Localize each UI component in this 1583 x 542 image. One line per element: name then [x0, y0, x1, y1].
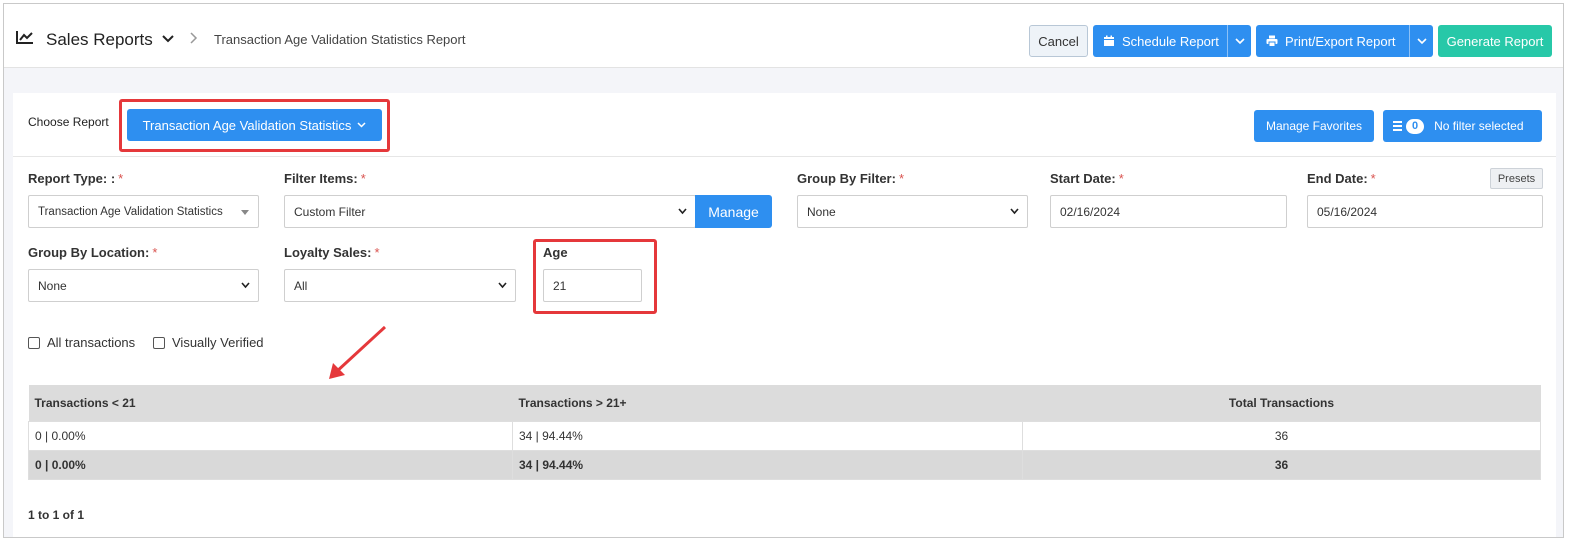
table-total-row: 0 | 0.00% 34 | 94.44% 36 — [28, 449, 1541, 480]
pagination-info: 1 to 1 of 1 — [28, 508, 85, 522]
start-date-input[interactable]: 02/16/2024 — [1050, 195, 1287, 228]
manage-filter-button[interactable]: Manage — [695, 195, 772, 228]
checkbox-box[interactable] — [28, 336, 40, 349]
loyalty-sales-select[interactable]: All — [284, 269, 516, 302]
schedule-dropdown-toggle[interactable] — [1227, 25, 1251, 57]
group-by-filter-select[interactable]: None — [797, 195, 1028, 228]
chevron-down-icon — [1234, 37, 1245, 44]
highlight-box-age — [533, 239, 657, 314]
app-window: Sales Reports Transaction Age Validation… — [3, 3, 1564, 538]
line-chart-icon — [16, 31, 33, 44]
end-date-label: End Date: * — [1307, 171, 1376, 186]
filter-items-value: Custom Filter — [294, 204, 366, 219]
manage-favorites-button[interactable]: Manage Favorites — [1254, 110, 1374, 142]
chevron-down-icon — [1416, 37, 1427, 44]
group-by-filter-value: None — [807, 204, 836, 219]
loyalty-sales-label: Loyalty Sales: * — [284, 245, 380, 260]
table-cell: 0 | 0.00% — [28, 449, 513, 480]
page-title[interactable]: Sales Reports — [46, 30, 153, 50]
presets-button[interactable]: Presets — [1490, 168, 1543, 189]
column-header[interactable]: Transactions > 21+ — [512, 385, 1023, 421]
table-cell: 36 — [1022, 420, 1541, 451]
filter-items-label: Filter Items: * — [284, 171, 366, 186]
group-by-filter-label: Group By Filter: * — [797, 171, 905, 186]
report-type-select[interactable]: Transaction Age Validation Statistics — [28, 195, 259, 228]
end-date-value: 05/16/2024 — [1317, 204, 1378, 219]
schedule-report-button[interactable]: Schedule Report — [1093, 25, 1251, 57]
chevron-down-icon — [1010, 208, 1019, 215]
all-transactions-checkbox[interactable]: All transactions — [28, 335, 135, 350]
results-table: Transactions < 21 Transactions > 21+ Tot… — [28, 385, 1541, 480]
top-header: Sales Reports Transaction Age Validation… — [4, 4, 1563, 68]
visually-verified-label: Visually Verified — [172, 335, 264, 350]
end-date-input[interactable]: 05/16/2024 — [1307, 195, 1543, 228]
start-date-label: Start Date: * — [1050, 171, 1124, 186]
group-by-location-select[interactable]: None — [28, 269, 259, 302]
highlight-box-report — [119, 99, 390, 152]
print-export-button[interactable]: Print/Export Report — [1256, 25, 1433, 57]
loyalty-sales-value: All — [294, 278, 308, 293]
print-export-label: Print/Export Report — [1285, 33, 1396, 49]
generate-report-button[interactable]: Generate Report — [1438, 25, 1552, 57]
table-row: 0 | 0.00% 34 | 94.44% 36 — [28, 420, 1541, 451]
table-cell: 34 | 94.44% — [512, 420, 1023, 451]
chevron-right-icon — [190, 32, 198, 44]
choose-report-row: Choose Report Transaction Age Validation… — [13, 93, 1556, 157]
column-header[interactable]: Transactions < 21 — [28, 385, 513, 421]
print-dropdown-toggle[interactable] — [1409, 25, 1433, 57]
report-type-label: Report Type: : * — [28, 171, 124, 186]
start-date-value: 02/16/2024 — [1060, 204, 1121, 219]
cancel-button[interactable]: Cancel — [1029, 25, 1088, 57]
chevron-down-icon — [678, 208, 687, 215]
group-by-location-value: None — [38, 278, 67, 293]
report-card: Choose Report Transaction Age Validation… — [13, 93, 1556, 537]
group-by-location-label: Group By Location: * — [28, 245, 158, 260]
annotation-arrow-icon — [329, 325, 387, 379]
table-cell: 34 | 94.44% — [512, 449, 1023, 480]
schedule-report-label: Schedule Report — [1122, 33, 1219, 49]
report-type-value: Transaction Age Validation Statistics — [38, 205, 223, 218]
all-transactions-label: All transactions — [47, 335, 136, 350]
chevron-down-icon — [498, 282, 507, 289]
chevron-down-icon[interactable] — [162, 34, 174, 44]
table-cell: 0 | 0.00% — [28, 420, 513, 451]
filter-count-badge: 0 — [1406, 118, 1425, 134]
table-cell: 36 — [1022, 449, 1541, 480]
printer-icon — [1266, 35, 1278, 47]
filter-items-select[interactable]: Custom Filter — [284, 195, 696, 228]
calendar-icon — [1104, 35, 1114, 46]
visually-verified-checkbox[interactable]: Visually Verified — [153, 335, 264, 350]
choose-report-label: Choose Report — [28, 115, 109, 129]
manage-favorites-label: Manage Favorites — [1265, 119, 1363, 133]
caret-down-icon — [241, 210, 249, 215]
filter-status-label: No filter selected — [1434, 119, 1524, 133]
filter-status-button[interactable]: 0 No filter selected — [1383, 110, 1542, 142]
column-header[interactable]: Total Transactions — [1022, 385, 1541, 421]
generate-report-label: Generate Report — [1446, 33, 1544, 49]
breadcrumb: Transaction Age Validation Statistics Re… — [214, 32, 466, 47]
filter-list-icon — [1393, 121, 1402, 131]
table-header-row: Transactions < 21 Transactions > 21+ Tot… — [28, 385, 1541, 421]
checkbox-box[interactable] — [153, 336, 165, 349]
cancel-button-label: Cancel — [1038, 33, 1079, 49]
chevron-down-icon — [241, 282, 250, 289]
